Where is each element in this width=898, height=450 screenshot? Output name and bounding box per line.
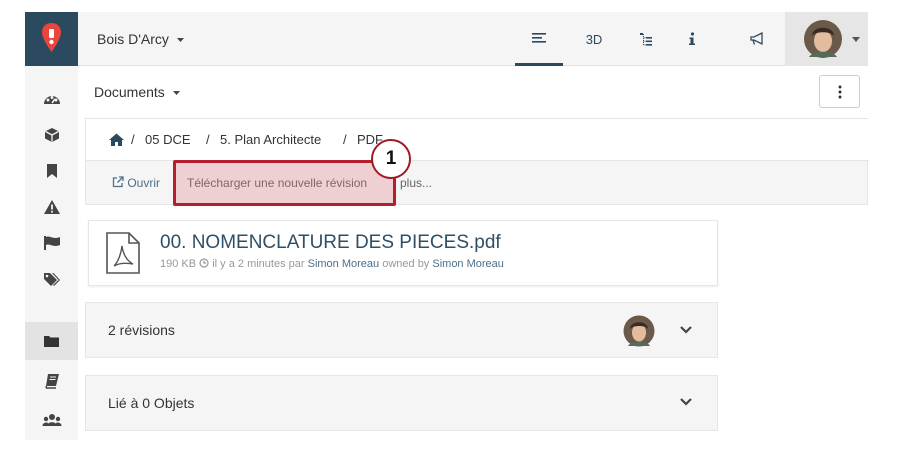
breadcrumb: / 05 DCE / 5. Plan Architecte / PDF — [86, 119, 869, 161]
dashboard-icon — [43, 96, 60, 104]
breadcrumb-item-05-dce[interactable]: 05 DCE — [145, 132, 191, 147]
tree-icon — [640, 33, 652, 46]
flag-icon — [43, 236, 60, 250]
caret-down-icon — [176, 38, 184, 43]
tab-3d[interactable]: 3D — [571, 12, 617, 66]
file-name[interactable]: 00. NOMENCLATURE DES PIECES.pdf — [160, 232, 501, 254]
documents-title: Documents — [94, 84, 165, 100]
top-bar: Bois D'Arcy 3D — [78, 12, 868, 66]
clock-icon — [199, 258, 209, 268]
breadcrumb-separator: / — [206, 132, 210, 147]
file-size: 190 KB — [160, 258, 197, 270]
revision-avatar — [623, 315, 655, 347]
open-label: Ouvrir — [127, 176, 161, 190]
open-button[interactable]: Ouvrir — [112, 176, 160, 190]
linked-objects-panel[interactable]: Lié à 0 Objets — [85, 375, 718, 431]
folder-icon — [44, 336, 59, 347]
sidebar-item-dashboard[interactable] — [25, 80, 78, 118]
revisions-label: 2 révisions — [108, 322, 175, 338]
breadcrumb-separator: / — [131, 132, 135, 147]
sidebar-item-tags[interactable] — [25, 260, 78, 298]
project-selector[interactable]: Bois D'Arcy — [97, 31, 185, 47]
warning-icon — [43, 200, 60, 214]
annotation-badge: 1 — [371, 139, 411, 179]
file-owned-by: owned by — [382, 258, 430, 270]
tab-tree[interactable] — [623, 12, 669, 66]
file-owner[interactable]: Simon Moreau — [432, 258, 504, 270]
megaphone-icon — [750, 32, 763, 46]
file-card: 00. NOMENCLATURE DES PIECES.pdf 190 KB i… — [88, 220, 718, 286]
external-link-icon — [112, 176, 124, 188]
book-icon — [44, 374, 59, 389]
sidebar-item-users[interactable] — [25, 402, 78, 440]
sidebar-item-warning[interactable] — [25, 188, 78, 226]
kebab-icon — [838, 85, 841, 98]
tab-list-view[interactable] — [515, 12, 563, 66]
user-avatar — [804, 20, 842, 58]
info-icon — [689, 32, 695, 45]
pdf-file-icon — [106, 232, 140, 274]
chevron-down-icon[interactable] — [680, 398, 692, 406]
linked-objects-label: Lié à 0 Objets — [108, 395, 195, 411]
more-actions-button[interactable]: plus... — [400, 176, 432, 190]
user-menu[interactable] — [785, 12, 868, 66]
app-logo[interactable] — [25, 12, 78, 66]
sidebar — [25, 12, 78, 440]
sidebar-item-folder[interactable] — [25, 322, 78, 360]
tags-icon — [43, 273, 60, 286]
home-icon[interactable] — [109, 133, 124, 146]
breadcrumb-item-plan-architecte[interactable]: 5. Plan Architecte — [220, 132, 321, 147]
sidebar-item-box[interactable] — [25, 116, 78, 154]
file-meta: 190 KB il y a 2 minutes par Simon Moreau… — [160, 258, 504, 270]
list-icon — [532, 32, 546, 43]
caret-down-icon — [852, 37, 860, 42]
file-author[interactable]: Simon Moreau — [308, 258, 380, 270]
sidebar-item-flag[interactable] — [25, 224, 78, 262]
project-name: Bois D'Arcy — [97, 31, 169, 47]
file-time: il y a 2 minutes par — [212, 258, 305, 270]
tab-announcements[interactable] — [734, 12, 780, 66]
breadcrumb-separator: / — [343, 132, 347, 147]
app-root: Bois D'Arcy 3D Documents / 05 DCE / 5. P… — [0, 0, 898, 450]
revisions-panel[interactable]: 2 révisions — [85, 302, 718, 358]
more-options-button[interactable] — [819, 75, 860, 108]
map-pin-icon — [42, 23, 61, 52]
chevron-down-icon[interactable] — [680, 326, 692, 334]
documents-dropdown[interactable]: Documents — [94, 84, 181, 100]
caret-down-icon — [172, 91, 180, 96]
tab-info[interactable] — [669, 12, 715, 66]
annotation-highlight — [173, 160, 396, 206]
sidebar-item-book[interactable] — [25, 362, 78, 400]
box-icon — [44, 128, 59, 142]
users-icon — [42, 414, 61, 426]
bookmark-icon — [46, 164, 57, 178]
sidebar-item-bookmark[interactable] — [25, 152, 78, 190]
